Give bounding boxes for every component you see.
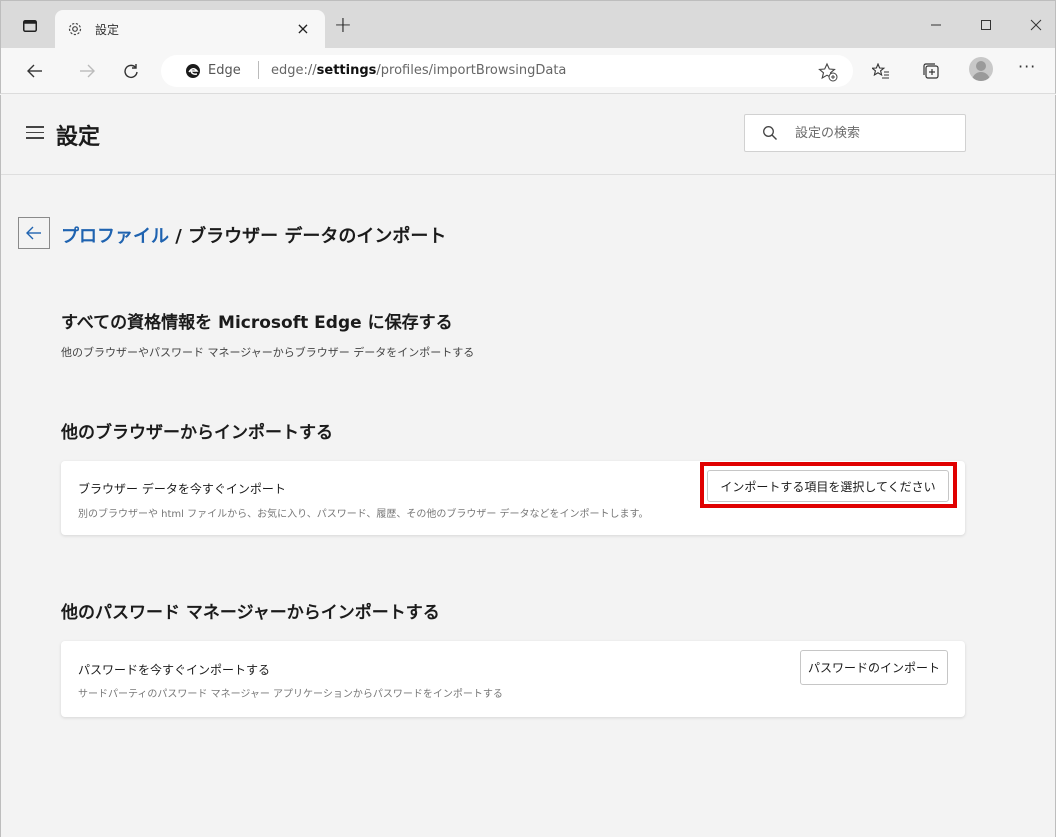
password-import-title: パスワードを今すぐインポートする <box>78 663 271 677</box>
collections-icon <box>923 63 939 79</box>
address-bar[interactable]: Edge edge://settings/profiles/importBrow… <box>161 55 853 87</box>
search-input[interactable] <box>795 123 955 143</box>
breadcrumb-current: ブラウザー データのインポート <box>188 226 447 247</box>
menu-icon[interactable] <box>26 126 44 140</box>
maximize-button[interactable] <box>971 13 1001 37</box>
site-name: Edge <box>208 63 241 78</box>
tab-settings[interactable]: 設定 × <box>55 10 325 50</box>
browser-import-heading: 他のブラウザーからインポートする <box>61 423 333 443</box>
tab-actions-button[interactable] <box>15 14 45 38</box>
arrow-right-icon <box>80 64 95 78</box>
settings-page: 設定 プロファイル / ブラウザー データのインポート すべての資格情報を Mi… <box>0 95 1056 837</box>
forward-nav-button[interactable] <box>73 58 101 84</box>
password-import-desc: サードパーティのパスワード マネージャー アプリケーションからパスワードをインポ… <box>78 689 503 700</box>
page-title: 設定 <box>56 125 101 150</box>
arrow-left-icon <box>26 226 41 240</box>
search-icon <box>763 126 777 140</box>
favorites-list-icon <box>872 63 889 79</box>
arrow-left-icon <box>27 64 42 78</box>
save-credentials-subtitle: 他のブラウザーやパスワード マネージャーからブラウザー データをインポートする <box>61 346 475 359</box>
minimize-button[interactable] <box>921 13 951 37</box>
gear-icon <box>68 22 82 36</box>
edge-logo-icon <box>186 64 200 78</box>
favorites-button[interactable] <box>867 58 895 84</box>
maximize-icon <box>981 20 991 30</box>
import-passwords-button[interactable]: パスワードのインポート <box>800 650 948 685</box>
browser-import-desc: 別のブラウザーや html ファイルから、お気に入り、パスワード、履歴、その他の… <box>78 509 649 520</box>
settings-search[interactable] <box>744 114 966 152</box>
tab-actions-icon <box>23 20 37 32</box>
breadcrumb-profile-link[interactable]: プロファイル <box>61 226 169 247</box>
refresh-button[interactable] <box>117 58 145 84</box>
collections-button[interactable] <box>917 58 945 84</box>
back-nav-button[interactable] <box>21 58 49 84</box>
address-separator <box>258 61 259 79</box>
highlight-box <box>700 462 957 508</box>
new-tab-button[interactable]: + <box>331 15 355 39</box>
browser-toolbar: Edge edge://settings/profiles/importBrow… <box>0 48 1056 94</box>
tab-strip: 設定 × + <box>0 0 1056 50</box>
back-button[interactable] <box>18 217 50 249</box>
password-manager-heading: 他のパスワード マネージャーからインポートする <box>61 603 440 623</box>
save-credentials-heading: すべての資格情報を Microsoft Edge に保存する <box>61 313 453 333</box>
password-import-card: パスワードを今すぐインポートする サードパーティのパスワード マネージャー アプ… <box>61 641 965 717</box>
avatar[interactable] <box>969 57 993 81</box>
minimize-icon <box>931 24 941 26</box>
add-favorite-icon[interactable] <box>817 61 839 83</box>
url-text: edge://settings/profiles/importBrowsingD… <box>271 63 567 78</box>
close-window-button[interactable] <box>1021 13 1051 37</box>
browser-import-card: ブラウザー データを今すぐインポート 別のブラウザーや html ファイルから、… <box>61 461 965 535</box>
settings-header: 設定 <box>1 95 1055 175</box>
browser-import-title: ブラウザー データを今すぐインポート <box>78 482 286 496</box>
more-menu-button[interactable]: ··· <box>1018 57 1036 76</box>
tab-title: 設定 <box>95 23 120 37</box>
breadcrumb: プロファイル / ブラウザー データのインポート <box>61 222 446 248</box>
tab-close-button[interactable]: × <box>292 18 314 40</box>
refresh-icon <box>124 64 138 78</box>
breadcrumb-separator: / <box>169 226 189 247</box>
close-icon <box>1030 19 1042 31</box>
